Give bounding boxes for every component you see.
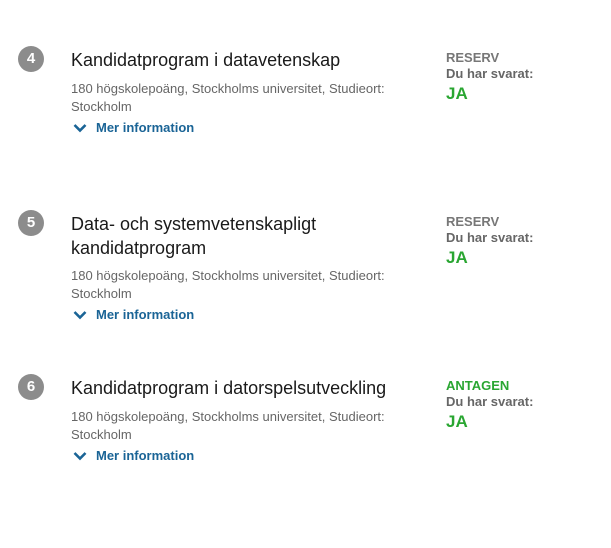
answered-label: Du har svarat: <box>446 230 534 245</box>
rank-number-badge: 5 <box>18 210 44 236</box>
admission-status: RESERV Du har svarat: JA <box>446 214 533 269</box>
chevron-down-icon <box>73 310 87 319</box>
chevron-down-icon <box>73 123 87 132</box>
status-label: RESERV <box>446 50 500 65</box>
answered-label: Du har svarat: <box>446 66 534 81</box>
status-label: ANTAGEN <box>446 378 510 393</box>
program-meta: 180 högskolepoäng, Stockholms universite… <box>71 268 385 301</box>
status-label: RESERV <box>446 214 500 229</box>
program-title: Kandidatprogram i datorspelsutveckling <box>71 378 387 398</box>
answer-value: JA <box>446 248 468 267</box>
more-info-link[interactable]: Mer information <box>73 307 194 322</box>
more-info-label: Mer information <box>96 120 195 135</box>
answered-label: Du har svarat: <box>446 394 534 409</box>
more-info-link[interactable]: Mer information <box>73 120 194 135</box>
more-info-label: Mer information <box>96 307 195 322</box>
chevron-down-icon <box>73 451 87 460</box>
more-info-link[interactable]: Mer information <box>73 448 194 463</box>
program-title: Data- och systemvetenskapligt kandidatpr… <box>71 214 317 258</box>
answer-value: JA <box>446 412 468 431</box>
rank-number-badge: 4 <box>18 46 44 72</box>
program-meta: 180 högskolepoäng, Stockholms universite… <box>71 81 385 114</box>
more-info-label: Mer information <box>96 448 195 463</box>
admission-status: RESERV Du har svarat: JA <box>446 50 533 105</box>
admission-status: ANTAGEN Du har svarat: JA <box>446 378 533 433</box>
program-title: Kandidatprogram i datavetenskap <box>71 50 341 70</box>
answer-value: JA <box>446 84 468 103</box>
rank-number-badge: 6 <box>18 374 44 400</box>
program-meta: 180 högskolepoäng, Stockholms universite… <box>71 409 385 442</box>
